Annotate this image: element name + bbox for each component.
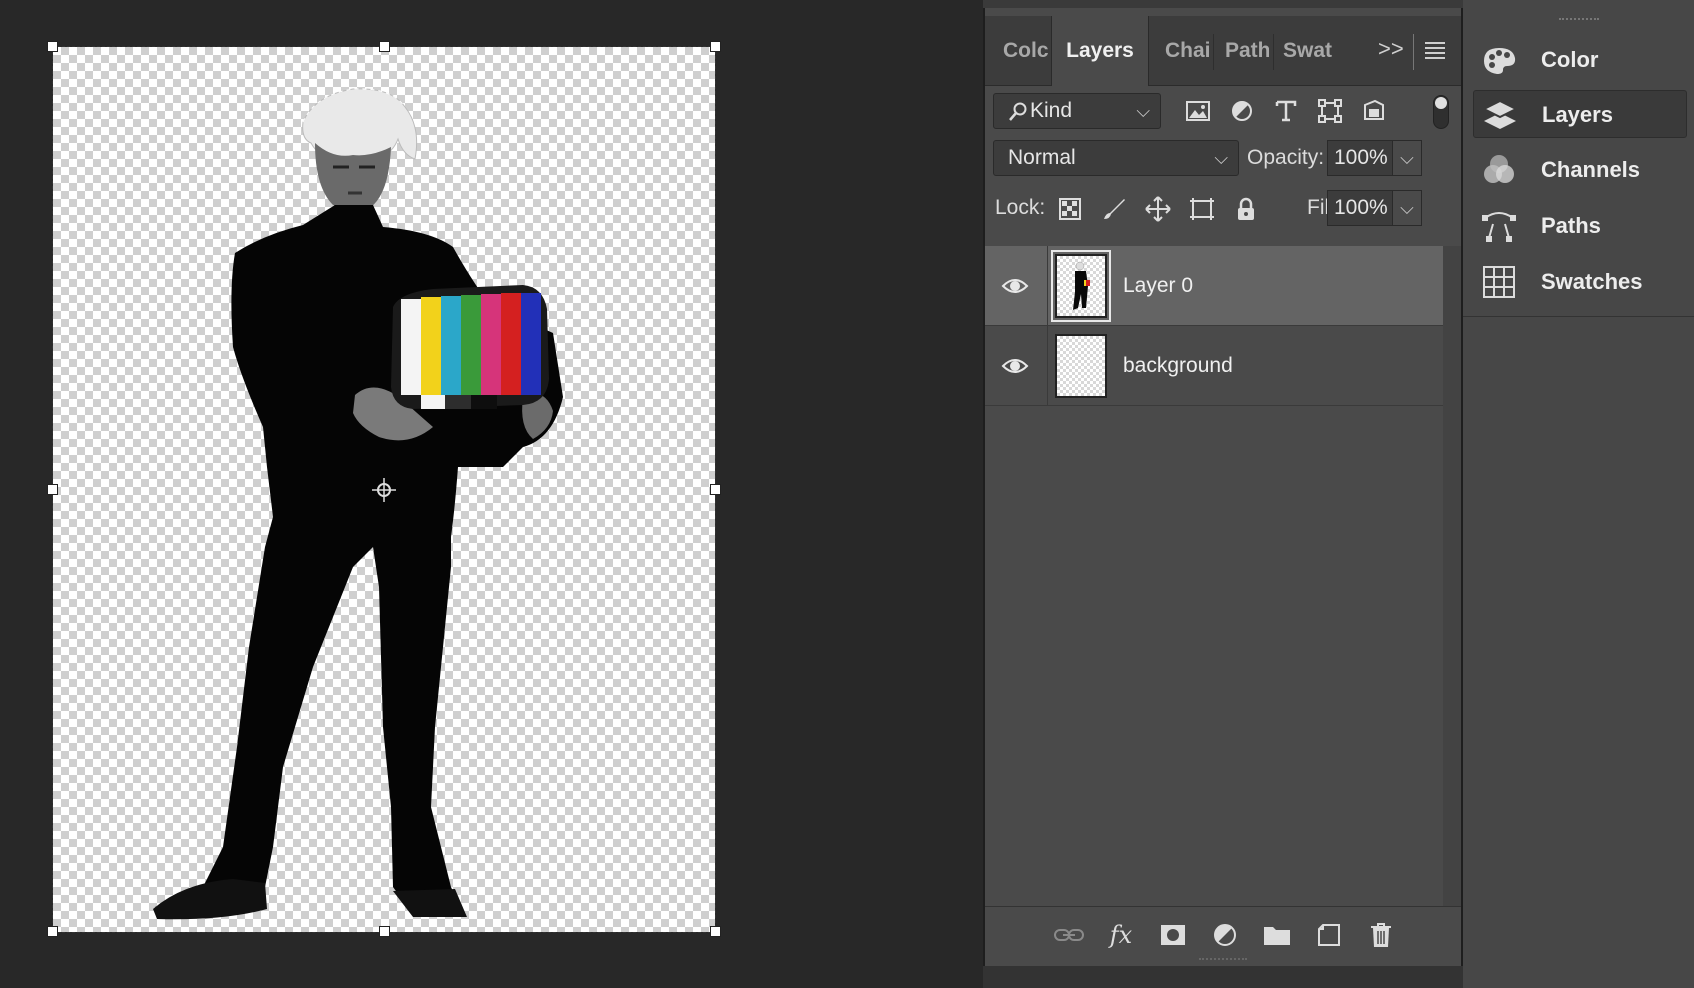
panel-tab-bar: Colc Layers Chai Path Swat >> <box>985 16 1461 86</box>
visibility-separator <box>1047 246 1048 326</box>
panel-menu-icon[interactable] <box>1425 42 1445 60</box>
transform-handle-middle-left[interactable] <box>47 484 58 495</box>
opacity-label: Opacity: <box>1247 146 1325 169</box>
layers-icon <box>1482 99 1518 129</box>
layer-thumbnail[interactable] <box>1051 250 1111 322</box>
add-mask-icon[interactable] <box>1155 917 1191 953</box>
panel-bottom-strip <box>983 966 1463 988</box>
chevron-down-icon: ⌵ <box>1136 101 1150 121</box>
canvas-area[interactable] <box>0 0 982 988</box>
visibility-eye-icon[interactable] <box>1001 272 1029 300</box>
filter-pixel-layers-icon[interactable] <box>1181 94 1215 128</box>
lock-artboard-icon[interactable] <box>1185 192 1219 226</box>
dock-item-channels[interactable]: Channels <box>1473 146 1687 194</box>
layer-row-layer-0[interactable]: Layer 0 <box>985 246 1443 326</box>
tab-color[interactable]: Colc <box>1003 16 1053 86</box>
layer-name[interactable]: background <box>1123 326 1233 406</box>
dock-label: Channels <box>1541 157 1641 182</box>
collapsed-panel-dock: Color Layers Channels Paths Swatches <box>1463 0 1694 988</box>
delete-layer-trash-icon[interactable] <box>1363 917 1399 953</box>
dock-label: Layers <box>1542 102 1613 127</box>
layers-list: Layer 0 background <box>985 246 1461 906</box>
new-layer-icon[interactable] <box>1311 917 1347 953</box>
tab-swatches[interactable]: Swat <box>1283 16 1333 86</box>
layer-row-background[interactable]: background <box>985 326 1443 406</box>
transform-handle-middle-right[interactable] <box>710 484 721 495</box>
dock-label: Swatches <box>1541 269 1643 294</box>
layers-bottom-toolbar: fx <box>985 906 1461 962</box>
layer-style-fx-icon[interactable]: fx <box>1103 917 1139 953</box>
tv-object <box>391 285 549 409</box>
dock-item-layers[interactable]: Layers <box>1473 90 1687 138</box>
channels-icon <box>1484 155 1514 183</box>
layer-0-thumbnail-art <box>1073 261 1090 310</box>
lock-image-pixels-icon[interactable] <box>1097 192 1131 226</box>
filter-row: Kind ⌵ <box>993 93 1453 133</box>
filter-shape-layers-icon[interactable] <box>1313 94 1347 128</box>
transform-handle-bottom-center[interactable] <box>379 926 390 937</box>
link-layers-icon[interactable] <box>1051 917 1087 953</box>
layers-scrollbar[interactable] <box>1443 246 1461 906</box>
dock-separator <box>1463 316 1694 317</box>
tab-layers[interactable]: Layers <box>1051 16 1149 86</box>
reference-point-icon[interactable] <box>371 477 397 503</box>
filter-kind-label: Kind <box>1030 99 1073 122</box>
dock-item-swatches[interactable]: Swatches <box>1473 258 1687 306</box>
layer-thumbnail[interactable] <box>1055 334 1107 398</box>
opacity-dropdown-button[interactable]: ⌵ <box>1392 140 1422 176</box>
new-group-folder-icon[interactable] <box>1259 917 1295 953</box>
dock-item-paths[interactable]: Paths <box>1473 202 1687 250</box>
new-adjustment-layer-icon[interactable] <box>1207 917 1243 953</box>
layer-name[interactable]: Layer 0 <box>1123 246 1193 326</box>
panel-resize-grip[interactable] <box>1199 958 1247 964</box>
panel-top-strip <box>983 0 1463 8</box>
opacity-input[interactable]: 100% <box>1327 140 1393 176</box>
lock-all-icon[interactable] <box>1229 192 1263 226</box>
dock-grip[interactable] <box>1559 18 1599 24</box>
transform-handle-top-center[interactable] <box>379 41 390 52</box>
filter-kind-select[interactable]: Kind ⌵ <box>993 93 1161 129</box>
lock-label: Lock: <box>995 196 1046 219</box>
fill-input[interactable]: 100% <box>1327 190 1393 226</box>
lock-transparent-pixels-icon[interactable] <box>1053 192 1087 226</box>
layers-panel: Colc Layers Chai Path Swat >> Kind ⌵ Nor… <box>983 8 1463 968</box>
tab-separator <box>1213 34 1214 70</box>
transform-handle-bottom-right[interactable] <box>710 926 721 937</box>
chevron-down-icon: ⌵ <box>1214 148 1228 168</box>
swatches-icon <box>1483 266 1515 298</box>
filter-smart-objects-icon[interactable] <box>1357 94 1391 128</box>
paths-icon <box>1482 212 1516 242</box>
lock-position-icon[interactable] <box>1141 192 1175 226</box>
tab-overflow-button[interactable]: >> <box>1378 16 1404 86</box>
filter-adjustment-layers-icon[interactable] <box>1225 94 1259 128</box>
tab-separator <box>1273 34 1274 70</box>
visibility-eye-icon[interactable] <box>1001 352 1029 380</box>
fill-dropdown-button[interactable]: ⌵ <box>1392 190 1422 226</box>
dock-label: Paths <box>1541 213 1601 238</box>
search-icon <box>1009 102 1027 121</box>
filter-type-layers-icon[interactable] <box>1269 94 1303 128</box>
tab-channels[interactable]: Chai <box>1165 16 1209 86</box>
dock-label: Color <box>1541 47 1599 72</box>
transform-handle-top-left[interactable] <box>47 41 58 52</box>
visibility-separator <box>1047 326 1048 406</box>
transform-handle-top-right[interactable] <box>710 41 721 52</box>
dock-item-color[interactable]: Color <box>1473 36 1687 84</box>
tab-separator <box>1413 34 1414 70</box>
blend-mode-select[interactable]: Normal ⌵ <box>993 140 1239 176</box>
transform-handle-bottom-left[interactable] <box>47 926 58 937</box>
filter-toggle[interactable] <box>1433 95 1449 129</box>
blend-mode-value: Normal <box>1008 146 1076 169</box>
tab-paths[interactable]: Path <box>1225 16 1269 86</box>
palette-icon <box>1484 48 1516 74</box>
